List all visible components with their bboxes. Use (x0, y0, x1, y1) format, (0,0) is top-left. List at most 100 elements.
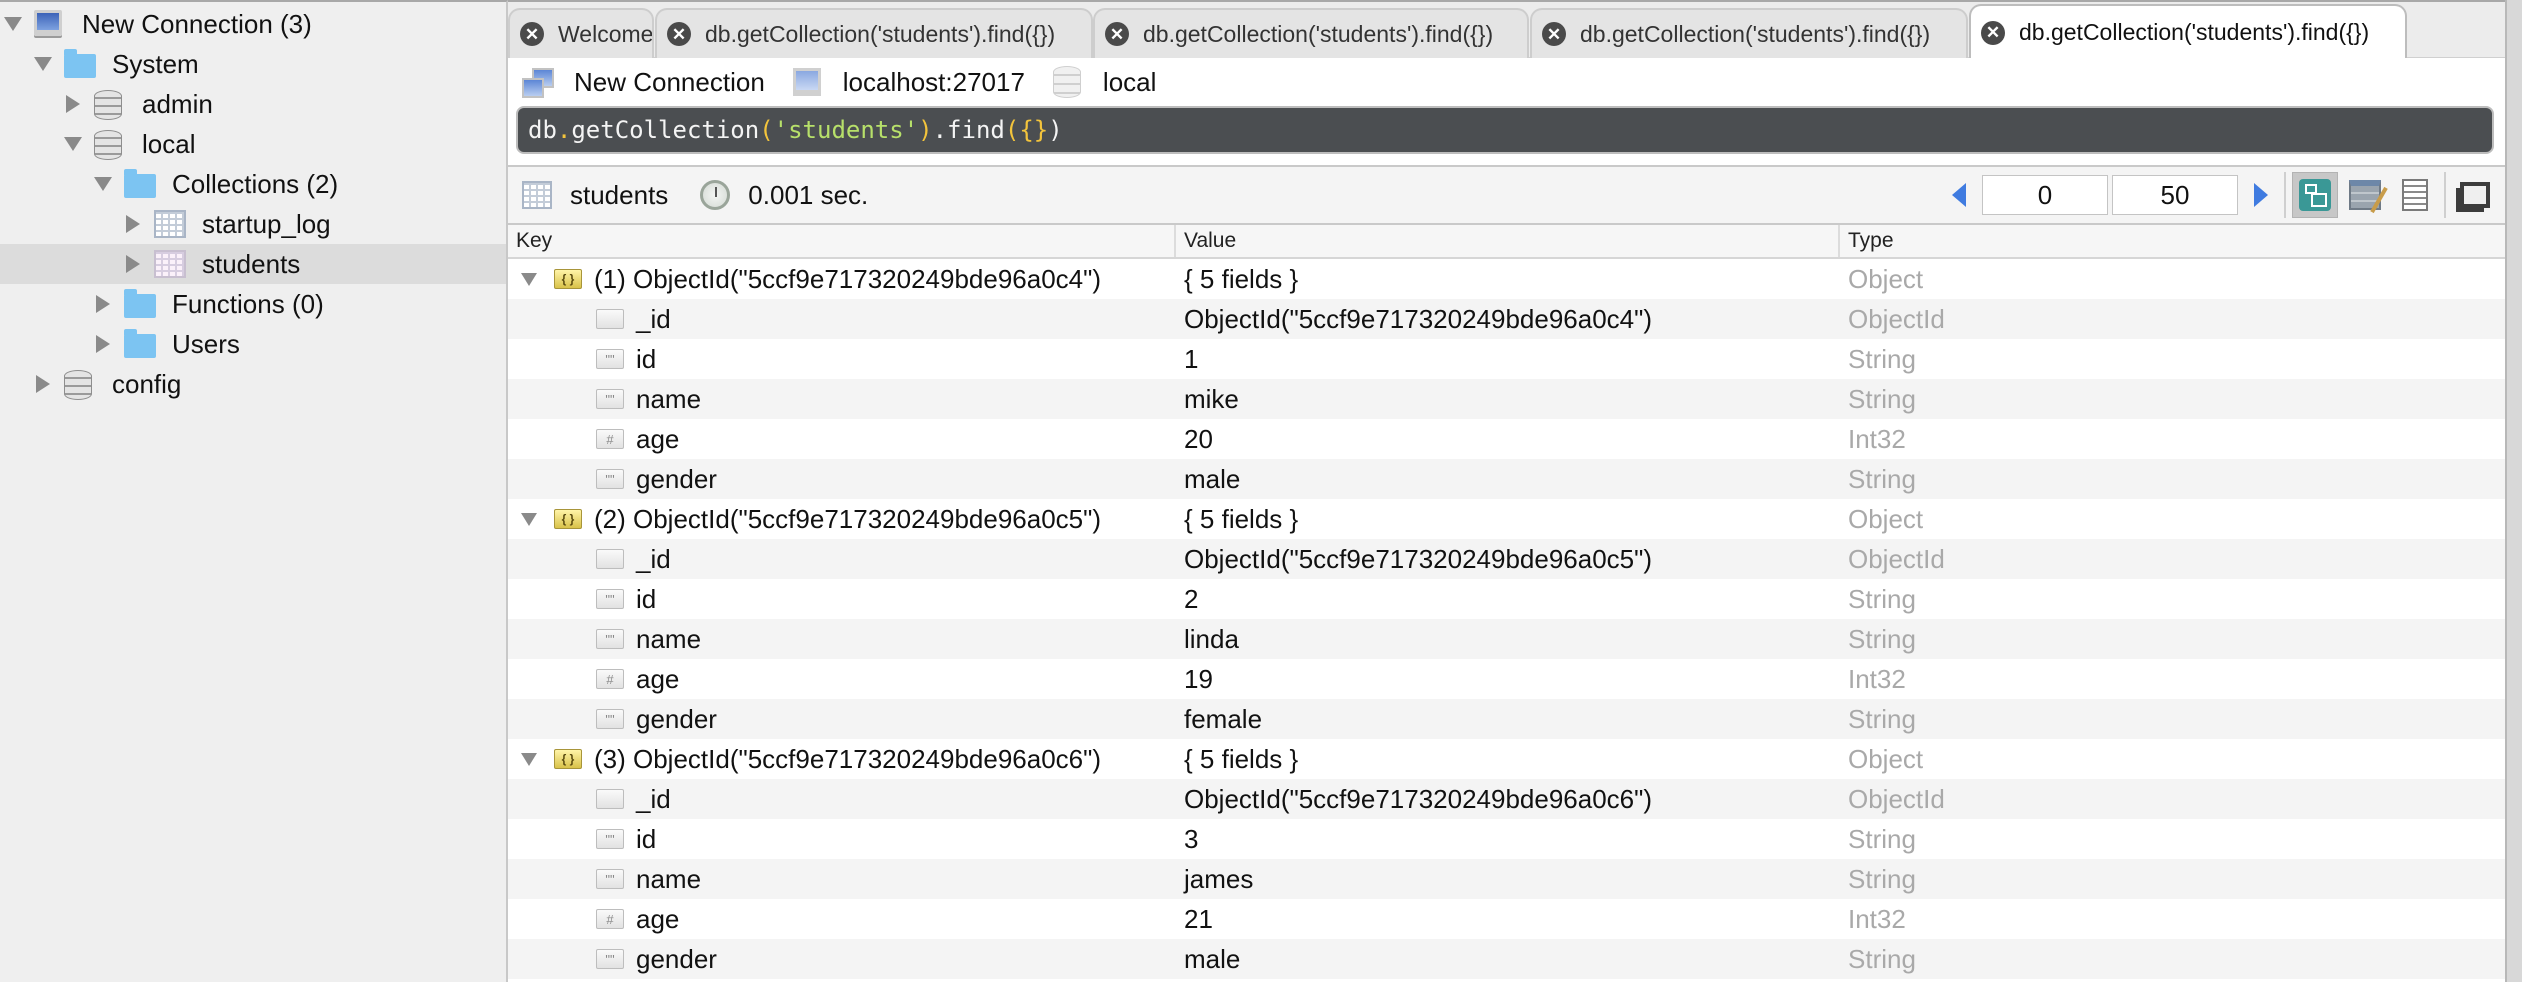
disclosure-expanded-icon[interactable] (92, 173, 114, 195)
text-view-button[interactable] (2392, 172, 2438, 218)
field-row[interactable]: "" name mike String (508, 379, 2505, 419)
skip-input[interactable] (1982, 175, 2108, 215)
tab-query-4-active[interactable]: ✕ db.getCollection('students').find({}) (1969, 4, 2407, 59)
tree-item-functions[interactable]: Functions (0) (0, 284, 506, 324)
field-row[interactable]: "" name james String (508, 859, 2505, 899)
value-cell: 1 (1184, 343, 1199, 374)
query-token: ) (1048, 116, 1063, 144)
disclosure-collapsed-icon[interactable] (62, 93, 84, 115)
field-row[interactable]: # age 20 Int32 (508, 419, 2505, 459)
query-panel: ✕ Welcome ✕ db.getCollection('students')… (508, 0, 2505, 982)
value-cell: ObjectId("5ccf9e717320249bde96a0c5") (1184, 543, 1653, 574)
tab-query-3[interactable]: ✕ db.getCollection('students').find({}) (1530, 8, 1968, 58)
disclosure-expanded-icon[interactable] (62, 133, 84, 155)
tree-item-students[interactable]: students (0, 244, 506, 284)
tab-query-2[interactable]: ✕ db.getCollection('students').find({}) (1093, 8, 1529, 58)
column-header-label: Key (516, 229, 553, 252)
connection-info-bar: New Connection localhost:27017 local (508, 58, 2505, 106)
tree-item-config[interactable]: config (0, 364, 506, 404)
field-row[interactable]: "" gender female String (508, 699, 2505, 739)
type-cell: String (1848, 463, 1916, 494)
column-header-key[interactable]: Key (508, 225, 1174, 257)
folder-icon (124, 329, 156, 358)
int32-icon: # (596, 909, 624, 929)
disclosure-collapsed-icon[interactable] (122, 213, 144, 235)
int32-icon: # (596, 669, 624, 689)
field-row[interactable]: _id ObjectId("5ccf9e717320249bde96a0c5") O… (508, 539, 2505, 579)
database-icon (64, 370, 96, 400)
key-cell: { } (2) ObjectId("5ccf9e717320249bde96a0c… (520, 499, 1101, 539)
key-text: id (636, 343, 657, 374)
tree-item-startup-log[interactable]: startup_log (0, 204, 506, 244)
column-header-value[interactable]: Value (1174, 225, 1838, 257)
folder-icon (64, 49, 96, 78)
tree-item-collections[interactable]: Collections (2) (0, 164, 506, 204)
key-text: _id (636, 543, 671, 574)
field-row[interactable]: _id ObjectId("5ccf9e717320249bde96a0c6") O… (508, 779, 2505, 819)
limit-input[interactable] (2112, 175, 2238, 215)
object-icon: { } (554, 269, 582, 289)
field-row[interactable]: "" gender male String (508, 459, 2505, 499)
string-icon: "" (596, 389, 624, 409)
field-row[interactable]: "" id 2 String (508, 579, 2505, 619)
disclosure-expanded-icon[interactable] (520, 510, 538, 528)
value-cell: mike (1184, 383, 1239, 414)
tree-view-button[interactable] (2292, 172, 2338, 218)
disclosure-collapsed-icon[interactable] (92, 333, 114, 355)
previous-page-icon[interactable] (1950, 181, 1968, 209)
database-icon (94, 90, 126, 120)
value-cell: { 5 fields } (1184, 263, 1299, 294)
tree-item-users[interactable]: Users (0, 324, 506, 364)
disclosure-collapsed-icon[interactable] (122, 253, 144, 275)
document-row[interactable]: { } (1) ObjectId("5ccf9e717320249bde96a0c… (508, 259, 2505, 299)
column-header-type[interactable]: Type (1838, 225, 2505, 257)
clock-icon (700, 180, 731, 210)
tree-item-system[interactable]: System (0, 44, 506, 84)
document-row[interactable]: { } (2) ObjectId("5ccf9e717320249bde96a0c… (508, 499, 2505, 539)
tree-item-label: config (112, 368, 182, 399)
tree-item-connection[interactable]: New Connection (3) (0, 4, 506, 44)
close-tab-icon[interactable]: ✕ (1105, 22, 1129, 46)
collection-icon (522, 181, 552, 209)
tab-welcome[interactable]: ✕ Welcome (508, 8, 654, 58)
field-row[interactable]: "" id 1 String (508, 339, 2505, 379)
field-row[interactable]: # age 19 Int32 (508, 659, 2505, 699)
close-tab-icon[interactable]: ✕ (520, 22, 544, 46)
disclosure-expanded-icon[interactable] (520, 750, 538, 768)
next-page-icon[interactable] (2252, 181, 2270, 209)
tree-item-admin[interactable]: admin (0, 84, 506, 124)
type-cell: Object (1848, 263, 1924, 294)
disclosure-collapsed-icon[interactable] (32, 373, 54, 395)
close-tab-icon[interactable]: ✕ (1981, 20, 2005, 45)
results-toolbar: students 0.001 sec. (508, 165, 2505, 225)
maximize-results-button[interactable] (2452, 172, 2498, 218)
field-row[interactable]: "" name linda String (508, 619, 2505, 659)
table-view-button[interactable] (2342, 172, 2388, 218)
field-row[interactable]: "" gender male String (508, 939, 2505, 979)
key-cell: "" name (596, 859, 701, 899)
field-row[interactable]: _id ObjectId("5ccf9e717320249bde96a0c4") O… (508, 299, 2505, 339)
field-row[interactable]: # age 21 Int32 (508, 899, 2505, 939)
result-collection-name: students (570, 179, 669, 210)
tree-item-label: startup_log (202, 208, 331, 239)
toolbar-divider (2444, 172, 2446, 218)
tree-item-local[interactable]: local (0, 124, 506, 164)
disclosure-expanded-icon[interactable] (32, 53, 54, 75)
folder-icon (124, 289, 156, 318)
close-tab-icon[interactable]: ✕ (1542, 22, 1566, 46)
disclosure-expanded-icon[interactable] (520, 270, 538, 288)
key-text: (3) ObjectId("5ccf9e717320249bde96a0c6") (594, 743, 1102, 774)
field-row[interactable]: "" id 3 String (508, 819, 2505, 859)
value-cell: 20 (1184, 423, 1213, 454)
query-editor[interactable]: db.getCollection('students').find({}) (516, 106, 2494, 154)
key-text: id (636, 823, 657, 854)
key-cell: "" name (596, 379, 701, 419)
close-tab-icon[interactable]: ✕ (667, 22, 691, 46)
string-icon: "" (596, 949, 624, 969)
value-cell: female (1184, 703, 1263, 734)
type-cell: String (1848, 703, 1916, 734)
tab-query-1[interactable]: ✕ db.getCollection('students').find({}) (655, 8, 1093, 58)
disclosure-expanded-icon[interactable] (2, 13, 24, 35)
disclosure-collapsed-icon[interactable] (92, 293, 114, 315)
document-row[interactable]: { } (3) ObjectId("5ccf9e717320249bde96a0c… (508, 739, 2505, 779)
